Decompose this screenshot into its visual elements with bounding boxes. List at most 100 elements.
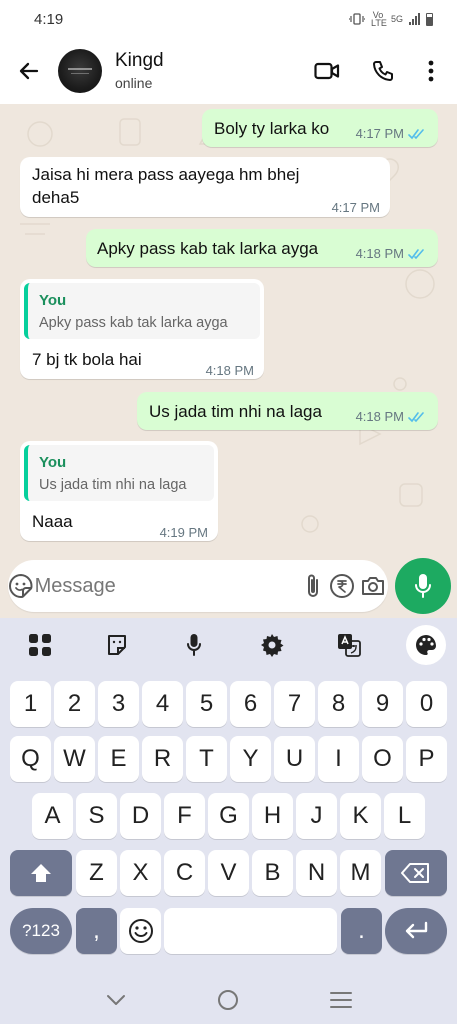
key-t[interactable]: T [186,736,227,782]
quoted-message[interactable]: You Us jada tim nhi na laga [24,445,214,501]
key-o[interactable]: O [362,736,403,782]
key-5[interactable]: 5 [186,681,227,727]
more-options-button[interactable] [411,49,451,93]
key-q[interactable]: Q [10,736,51,782]
symbols-key[interactable]: ?123 [10,908,72,954]
message-time: 4:18 PM [355,409,404,424]
message-text: Us jada tim nhi na laga [149,402,322,421]
comma-key[interactable]: , [76,908,117,954]
voice-message-button[interactable] [395,558,451,614]
key-1[interactable]: 1 [10,681,51,727]
grid-icon [29,634,51,656]
key-b[interactable]: B [252,850,293,896]
key-x[interactable]: X [120,850,161,896]
contact-avatar[interactable] [58,49,102,93]
message-list[interactable]: Boly ty larka ko 4:17 PM Jaisa hi mera p… [0,104,457,560]
back-arrow-icon [19,62,39,80]
key-9[interactable]: 9 [362,681,403,727]
enter-icon [405,921,428,939]
key-2[interactable]: 2 [54,681,95,727]
key-v[interactable]: V [208,850,249,896]
key-s[interactable]: S [76,793,117,839]
message-text: Boly ty larka ko [214,119,330,138]
gear-icon [260,634,284,657]
translate-icon [337,634,361,657]
message-input[interactable] [34,574,300,598]
chevron-down-icon [106,995,125,1005]
voice-call-button[interactable] [355,49,411,93]
key-a[interactable]: A [32,793,73,839]
apps-grid-button[interactable] [20,625,60,665]
chat-header: Kingd online [0,38,457,104]
key-r[interactable]: R [142,736,183,782]
shift-key[interactable] [10,850,72,896]
message-text-line1: Jaisa hi mera pass aayega hm bhej [32,165,300,184]
backspace-key[interactable] [385,850,447,896]
theme-button[interactable] [405,625,446,665]
video-call-button[interactable] [299,49,355,93]
nav-back-button[interactable] [106,993,126,1011]
key-f[interactable]: F [164,793,205,839]
menu-lines-icon [329,991,352,1008]
key-c[interactable]: C [164,850,205,896]
volte-label: Vo LTE [370,10,387,28]
key-z[interactable]: Z [76,850,117,896]
key-8[interactable]: 8 [318,681,359,727]
message-bubble-incoming-reply[interactable]: You Us jada tim nhi na laga Naaa 4:19 PM [20,441,218,541]
key-u[interactable]: U [274,736,315,782]
key-y[interactable]: Y [230,736,271,782]
key-l[interactable]: L [384,793,425,839]
key-d[interactable]: D [120,793,161,839]
message-bubble-incoming-reply[interactable]: You Apky pass kab tak larka ayga 7 bj tk… [20,279,264,379]
read-receipt-icon [408,128,424,139]
message-bubble-outgoing[interactable]: Us jada tim nhi na laga 4:18 PM [137,392,438,430]
key-g[interactable]: G [208,793,249,839]
key-m[interactable]: M [340,850,381,896]
enter-key[interactable] [385,908,447,954]
quoted-text: Us jada tim nhi na laga [39,477,187,493]
key-3[interactable]: 3 [98,681,139,727]
message-meta: 4:18 PM [356,406,426,428]
key-j[interactable]: J [296,793,337,839]
emoji-key[interactable] [120,908,161,954]
message-meta: 4:17 PM [356,123,426,145]
sticker-button[interactable] [8,573,35,599]
nav-recents-button[interactable] [329,991,352,1014]
key-4[interactable]: 4 [142,681,183,727]
payment-button[interactable] [326,573,357,599]
read-receipt-icon [408,411,424,422]
key-0[interactable]: 0 [406,681,447,727]
key-e[interactable]: E [98,736,139,782]
key-6[interactable]: 6 [230,681,271,727]
nav-home-button[interactable] [217,989,239,1016]
message-input-container[interactable] [8,560,388,612]
message-text: Naaa [32,512,73,531]
back-button[interactable] [0,59,58,83]
key-h[interactable]: H [252,793,293,839]
home-circle-icon [217,989,238,1010]
keyboard-toolbar [0,618,457,672]
message-time: 4:18 PM [355,246,404,261]
quoted-author: You [39,454,67,471]
contact-info[interactable]: Kingd online [115,50,299,92]
space-key[interactable] [164,908,337,954]
voice-input-button[interactable] [174,625,214,665]
key-n[interactable]: N [296,850,337,896]
period-key[interactable]: . [341,908,382,954]
translate-button[interactable] [329,625,369,665]
quoted-author: You [39,292,67,309]
key-k[interactable]: K [340,793,381,839]
keyboard-settings-button[interactable] [252,625,292,665]
quoted-message[interactable]: You Apky pass kab tak larka ayga [24,283,260,339]
key-p[interactable]: P [406,736,447,782]
message-bubble-incoming[interactable]: Jaisa hi mera pass aayega hm bhej deha5 … [20,157,390,217]
camera-button[interactable] [357,575,388,597]
message-bubble-outgoing[interactable]: Apky pass kab tak larka ayga 4:18 PM [86,229,438,267]
key-7[interactable]: 7 [274,681,315,727]
key-i[interactable]: I [318,736,359,782]
sticker-keyboard-button[interactable] [97,625,137,665]
key-w[interactable]: W [54,736,95,782]
attach-button[interactable] [300,573,327,599]
video-camera-icon [314,62,340,80]
message-bubble-outgoing[interactable]: Boly ty larka ko 4:17 PM [202,109,438,147]
